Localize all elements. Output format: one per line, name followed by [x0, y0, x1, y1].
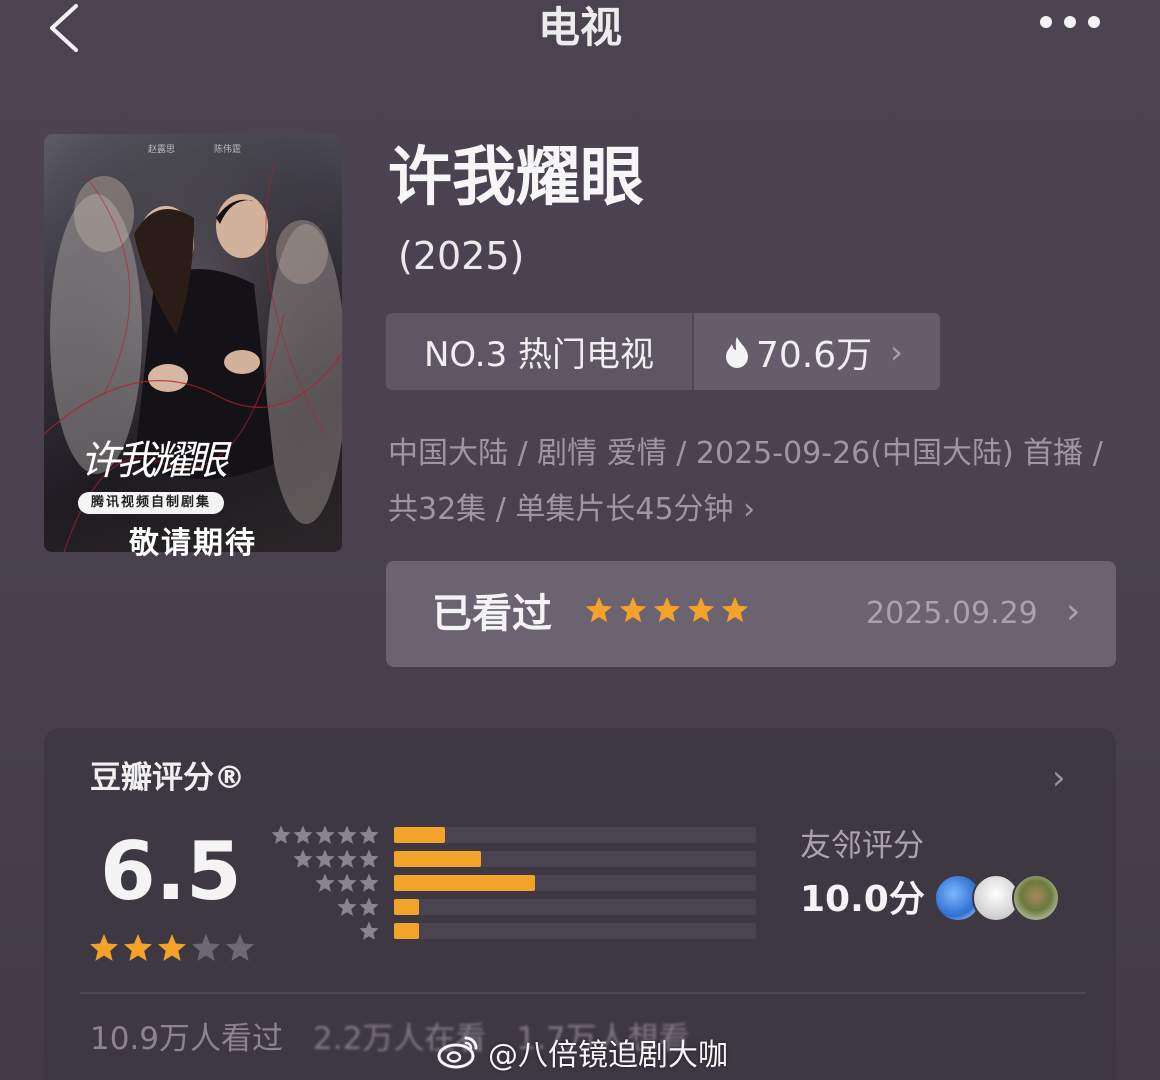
page-title: 电视 — [537, 3, 622, 52]
rating-score: 6.5 — [100, 825, 242, 918]
distribution-bar — [394, 827, 445, 843]
star-icon — [359, 921, 379, 940]
star-icon — [653, 596, 681, 623]
star-icon — [619, 596, 647, 623]
star-icon — [226, 934, 254, 961]
star-icon — [721, 596, 749, 623]
watched-label: 已看过 — [432, 591, 552, 637]
distribution-track — [394, 827, 756, 843]
show-meta[interactable]: 中国大陆 / 剧情 爱情 / 2025-09-26(中国大陆) 首播 / 共32… — [388, 426, 1128, 538]
star-icon — [124, 934, 152, 961]
star-icon — [359, 849, 379, 868]
star-icon — [337, 897, 357, 916]
distribution-row — [271, 824, 764, 846]
distribution-bar — [394, 851, 481, 867]
star-icon — [337, 825, 357, 844]
distribution-bar — [394, 923, 420, 939]
distribution-track — [394, 875, 756, 891]
divider — [80, 992, 1086, 994]
distribution-stars — [336, 896, 380, 918]
star-icon — [293, 825, 313, 844]
star-icon — [315, 825, 335, 844]
poster-cast-left: 赵露思 — [148, 145, 176, 155]
douban-rating-card[interactable]: 豆瓣评分® › 6.5 友邻评分 10.0分 10.9万人看过 2.2万人在看 … — [44, 728, 1116, 1080]
poster-art — [44, 134, 342, 552]
fire-icon — [726, 336, 748, 368]
distribution-track — [394, 851, 756, 867]
watermark-text: @八倍镜追剧大咖 — [488, 1038, 728, 1073]
weibo-logo-icon — [437, 1036, 478, 1069]
star-icon — [315, 849, 335, 868]
distribution-row — [274, 848, 764, 870]
friends-rating-score: 10.0分 — [800, 879, 925, 920]
star-icon — [359, 897, 379, 916]
star-icon — [359, 825, 379, 844]
poster-cast-right: 陈伟霆 — [214, 145, 242, 155]
star-icon — [315, 873, 335, 892]
poster-image[interactable]: 赵露思 陈伟霆 — [44, 134, 342, 552]
poster-title-art: 许我耀眼 — [80, 438, 228, 484]
distribution-stars — [270, 824, 380, 846]
rank-badge[interactable]: NO.3 热门电视 70.6万 › — [386, 313, 940, 390]
star-icon — [585, 596, 613, 623]
friends-rating-label: 友邻评分 — [800, 828, 924, 864]
star-icon — [337, 873, 357, 892]
chevron-right-icon: › — [743, 492, 756, 527]
star-icon — [293, 849, 313, 868]
watched-date: 2025.09.29 — [866, 596, 1038, 631]
rating-title: 豆瓣评分® — [90, 760, 245, 796]
distribution-row — [274, 896, 764, 918]
distribution-track — [394, 923, 756, 939]
distribution-bar — [394, 899, 420, 915]
distribution-stars — [358, 920, 380, 942]
star-icon — [271, 825, 291, 844]
show-year: (2025) — [398, 234, 525, 278]
my-rating-stars — [584, 595, 750, 625]
distribution-row — [274, 872, 764, 894]
more-options-icon[interactable] — [1040, 16, 1104, 32]
distribution-bar — [394, 875, 536, 891]
distribution-track — [394, 899, 756, 915]
heat-button[interactable]: 70.6万 › — [694, 313, 940, 390]
distribution-stars — [314, 872, 380, 894]
star-icon — [90, 934, 118, 961]
rating-stars — [88, 932, 256, 964]
avatar[interactable] — [1012, 874, 1060, 922]
show-title: 许我耀眼 — [388, 141, 644, 215]
poster-coming-soon: 敬请期待 — [129, 526, 257, 561]
rank-label[interactable]: NO.3 热门电视 — [386, 313, 694, 390]
chevron-right-icon: › — [1066, 591, 1081, 632]
stat-watched[interactable]: 10.9万人看过 — [90, 1018, 283, 1060]
watermark: @八倍镜追剧大咖 — [436, 1030, 728, 1074]
watched-card[interactable]: 已看过 2025.09.29 › — [386, 561, 1116, 667]
star-icon — [158, 934, 186, 961]
chevron-right-icon[interactable]: › — [1052, 758, 1066, 798]
star-icon — [359, 873, 379, 892]
poster-tag: 腾讯视频自制剧集 — [78, 492, 224, 514]
heat-count: 70.6万 — [756, 334, 873, 376]
friends-avatars[interactable] — [934, 874, 1064, 924]
distribution-stars — [292, 848, 380, 870]
rating-distribution — [271, 824, 764, 954]
star-icon — [192, 934, 220, 961]
distribution-row — [274, 920, 764, 942]
chevron-right-icon: › — [890, 332, 903, 371]
star-icon — [687, 596, 715, 623]
star-icon — [337, 849, 357, 868]
top-bar: 电视 — [0, 0, 1160, 60]
